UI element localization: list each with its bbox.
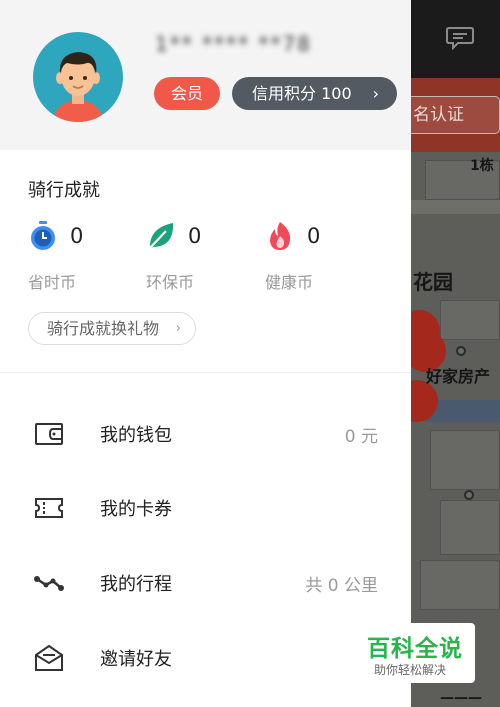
map-road [400, 200, 500, 214]
clock-icon [31, 221, 55, 250]
menu-label-trips: 我的行程 [100, 574, 172, 595]
map-place-label: 好家房产 [426, 367, 491, 386]
map-bottom-label: ——— [440, 690, 482, 706]
achievement-time-coin[interactable]: 0 省时币 [28, 220, 138, 292]
map-block [440, 300, 500, 340]
watermark-subtitle: 助你轻松解决 [374, 663, 447, 677]
coupon-icon [35, 498, 63, 518]
section-divider [0, 372, 411, 373]
menu-item-trips[interactable]: 我的行程 共 0 公里 [0, 546, 411, 620]
menu-label-wallet: 我的钱包 [100, 425, 172, 446]
menu-label-coupons: 我的卡券 [100, 499, 172, 520]
health-coin-value: 0 [307, 224, 321, 248]
message-icon[interactable] [446, 26, 474, 50]
route-icon [34, 576, 64, 591]
side-drawer: 1** **** **78 会员 信用积分 100 › 骑行成就 0 省时币 0… [0, 0, 411, 707]
profile-header: 1** **** **78 会员 信用积分 100 › [0, 0, 411, 150]
verify-button[interactable]: 名认证 [406, 96, 500, 134]
chevron-right-icon: › [175, 321, 181, 336]
person-avatar-icon [53, 52, 103, 122]
credit-score-button[interactable]: 信用积分 100 › [232, 77, 397, 110]
credit-score-label: 信用积分 100 [252, 84, 352, 103]
map-block [440, 500, 500, 555]
watermark-logo: 百科全说 助你轻松解决 [357, 623, 475, 683]
vip-badge[interactable]: 会员 [154, 77, 220, 110]
map-place-label: 花园 [413, 270, 453, 294]
leaf-icon [149, 223, 174, 249]
flame-icon [270, 222, 291, 250]
time-coin-label: 省时币 [28, 273, 77, 292]
redeem-gift-button[interactable]: 骑行成就换礼物 › [28, 312, 196, 345]
invite-icon [35, 644, 63, 671]
achievements-title: 骑行成就 [28, 180, 100, 201]
eco-coin-label: 环保币 [146, 273, 195, 292]
wallet-icon [35, 423, 63, 445]
trips-distance: 共 0 公里 [305, 576, 378, 596]
time-coin-value: 0 [70, 224, 84, 248]
map-block [420, 560, 500, 610]
achievement-eco-coin[interactable]: 0 环保币 [146, 220, 256, 292]
redeem-gift-label: 骑行成就换礼物 [47, 319, 160, 338]
avatar[interactable] [33, 32, 123, 122]
achievement-health-coin[interactable]: 0 健康币 [265, 220, 375, 292]
menu-label-invite: 邀请好友 [100, 649, 172, 670]
phone-number: 1** **** **78 [155, 32, 312, 56]
eco-coin-value: 0 [188, 224, 202, 248]
menu-item-coupons[interactable]: 我的卡券 [0, 471, 411, 545]
poi-dot-icon [464, 490, 474, 500]
wallet-balance: 0 元 [344, 427, 378, 447]
map-block [430, 430, 500, 490]
map-building-label: 1栋 [470, 158, 494, 174]
poi-dot-icon [456, 346, 466, 356]
menu-item-invite[interactable]: 邀请好友 [0, 621, 411, 695]
health-coin-label: 健康币 [265, 273, 314, 292]
watermark-title: 百科全说 [367, 636, 463, 662]
menu-item-wallet[interactable]: 我的钱包 0 元 [0, 397, 411, 471]
chevron-right-icon: › [372, 84, 379, 103]
